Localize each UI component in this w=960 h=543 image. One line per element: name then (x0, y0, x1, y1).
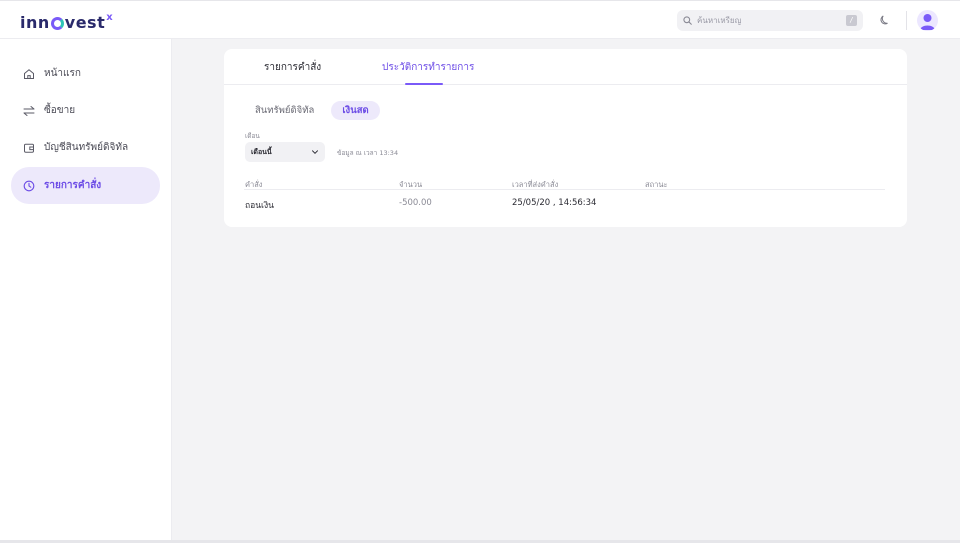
transaction-history-card: รายการคำสั่ง ประวัติการทำรายการ สินทรัพย… (224, 49, 907, 227)
month-select[interactable]: เดือนนี้ (245, 142, 325, 162)
data-updated-time: ข้อมูล ณ เวลา 13:34 (337, 149, 399, 157)
sidebar-item-label: ซื้อขาย (44, 105, 76, 116)
tab-orders[interactable]: รายการคำสั่ง (264, 60, 321, 75)
home-icon (24, 68, 34, 79)
coin-search[interactable]: ค้นหาเหรียญ / (677, 10, 863, 31)
user-icon (920, 14, 935, 30)
sidebar-item-label: หน้าแรก (44, 68, 81, 79)
month-label: เดือน (245, 132, 260, 140)
header-divider (906, 11, 907, 30)
cell-order: ถอนเงิน (245, 201, 274, 211)
sidebar-item-orders[interactable]: รายการคำสั่ง (11, 167, 160, 204)
table-header: คำสั่ง จำนวน เวลาที่ส่งคำสั่ง สถานะ (244, 179, 885, 190)
asset-filter: สินทรัพย์ดิจิทัล เงินสด (244, 101, 380, 120)
column-header-time: เวลาที่ส่งคำสั่ง (512, 180, 559, 189)
moon-icon[interactable] (878, 13, 892, 27)
cell-time: 25/05/20 , 14:56:34 (512, 198, 597, 208)
logo-o-mark (50, 16, 64, 30)
column-header-order: คำสั่ง (245, 180, 263, 189)
search-input[interactable]: ค้นหาเหรียญ (697, 14, 841, 27)
sidebar: หน้าแรก ซื้อขาย บัญชีสินทรัพย์ดิจิทัล รา… (0, 39, 172, 543)
chevron-down-icon (312, 150, 318, 155)
sidebar-item-digital-assets[interactable]: บัญชีสินทรัพย์ดิจิทัล (11, 129, 160, 166)
clock-icon (23, 180, 35, 191)
top-bar: inn vest x ค้นหาเหรียญ / (0, 0, 960, 39)
swap-arrows-icon (23, 105, 35, 116)
tab-bar: รายการคำสั่ง ประวัติการทำรายการ (224, 49, 907, 85)
user-avatar[interactable] (917, 10, 938, 31)
column-header-amount: จำนวน (399, 180, 423, 189)
sidebar-item-home[interactable]: หน้าแรก (11, 55, 160, 92)
cell-amount: -500.00 (399, 198, 432, 208)
logo-prefix: inn (20, 12, 50, 32)
search-icon (683, 16, 692, 25)
active-tab-indicator (405, 83, 443, 85)
sidebar-item-label: รายการคำสั่ง (44, 180, 102, 191)
filter-digital-assets[interactable]: สินทรัพย์ดิจิทัล (244, 101, 325, 120)
month-select-value: เดือนนี้ (251, 147, 272, 156)
column-header-status: สถานะ (645, 180, 668, 189)
brand-logo[interactable]: inn vest x (20, 11, 113, 33)
search-shortcut-key: / (846, 15, 857, 26)
filter-cash[interactable]: เงินสด (331, 101, 380, 120)
logo-suffix: vest (64, 12, 106, 32)
logo-sup: x (106, 11, 114, 23)
sidebar-item-label: บัญชีสินทรัพย์ดิจิทัล (44, 142, 129, 153)
sidebar-item-trade[interactable]: ซื้อขาย (11, 92, 160, 129)
table-row[interactable]: ถอนเงิน -500.00 25/05/20 , 14:56:34 (244, 198, 885, 211)
tab-transaction-history[interactable]: ประวัติการทำรายการ (382, 60, 474, 75)
wallet-icon (24, 143, 34, 153)
